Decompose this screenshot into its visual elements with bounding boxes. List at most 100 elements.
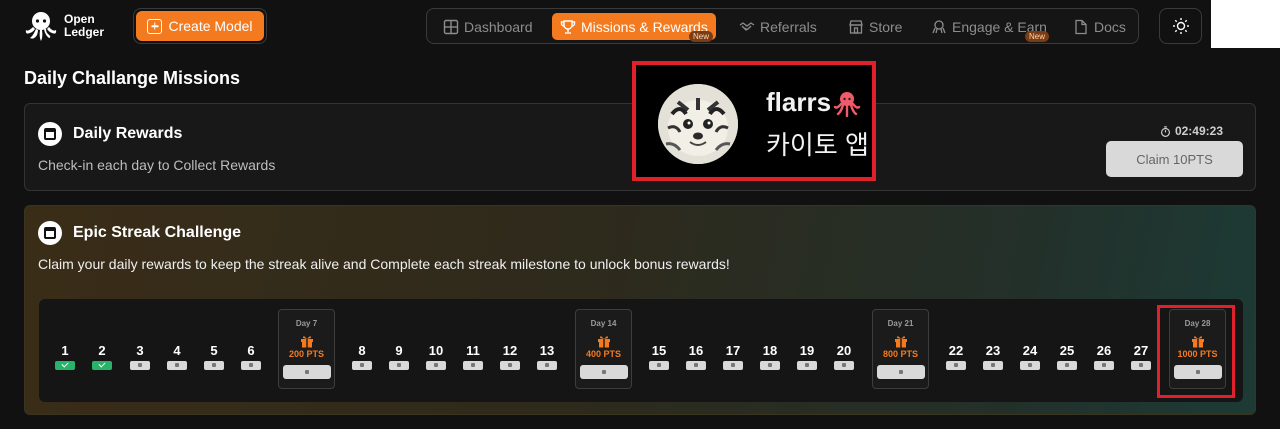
nav-referrals[interactable]: Referrals bbox=[731, 13, 825, 40]
gift-icon bbox=[300, 336, 313, 348]
lock-icon bbox=[1131, 361, 1151, 370]
lock-icon bbox=[723, 361, 743, 370]
new-badge: New bbox=[1025, 31, 1050, 42]
epic-streak-title: Epic Streak Challenge bbox=[73, 224, 242, 241]
day-number: 18 bbox=[762, 343, 778, 358]
lock-icon bbox=[1020, 361, 1040, 370]
lock-icon bbox=[686, 361, 706, 370]
day-number: 25 bbox=[1059, 343, 1075, 358]
epic-streak-card: Epic Streak Challenge Claim your daily r… bbox=[24, 205, 1256, 415]
day-number: 2 bbox=[98, 343, 106, 358]
lock-icon bbox=[282, 365, 331, 379]
streak-day: 8 bbox=[350, 343, 374, 370]
nav-dashboard-label: Dashboard bbox=[464, 18, 533, 35]
claim-daily-button[interactable]: Claim 10PTS bbox=[1106, 141, 1243, 177]
day-number: 16 bbox=[688, 343, 704, 358]
streak-day: 24 bbox=[1018, 343, 1042, 370]
octopus-logo-icon bbox=[25, 12, 57, 41]
streak-day: 4 bbox=[165, 343, 189, 370]
streak-day: 6 bbox=[239, 343, 263, 370]
day-number: 22 bbox=[948, 343, 964, 358]
streak-day: 15 bbox=[647, 343, 671, 370]
milestone-day-14[interactable]: Day 14 400 PTS bbox=[575, 309, 632, 389]
grid-icon bbox=[443, 19, 459, 34]
lock-icon bbox=[537, 361, 557, 370]
day-number: 12 bbox=[502, 343, 518, 358]
day-number: 27 bbox=[1133, 343, 1149, 358]
countdown-timer: 02:49:23 bbox=[1160, 124, 1223, 138]
day-number: 26 bbox=[1096, 343, 1112, 358]
nav-store-label: Store bbox=[869, 18, 903, 35]
streak-day: 9 bbox=[387, 343, 411, 370]
streak-day: 17 bbox=[721, 343, 745, 370]
lock-icon bbox=[463, 361, 483, 370]
octopus-icon bbox=[833, 91, 861, 117]
lock-icon bbox=[946, 361, 966, 370]
calendar-icon bbox=[38, 122, 62, 146]
streak-day: 19 bbox=[795, 343, 819, 370]
lock-icon bbox=[389, 361, 409, 370]
sun-icon bbox=[1172, 18, 1189, 34]
streak-day: 27 bbox=[1129, 343, 1153, 370]
top-bar: Open Ledger Create Model Dashboard Missi… bbox=[0, 0, 1280, 52]
lock-icon bbox=[760, 361, 780, 370]
lock-icon bbox=[876, 365, 925, 379]
streak-day: 12 bbox=[498, 343, 522, 370]
milestone-day-21[interactable]: Day 21 800 PTS bbox=[872, 309, 929, 389]
streak-day: 20 bbox=[832, 343, 856, 370]
lock-icon bbox=[426, 361, 446, 370]
day-number: 15 bbox=[651, 343, 667, 358]
day-number: 10 bbox=[428, 343, 444, 358]
tiger-avatar bbox=[658, 84, 738, 164]
streak-day: 22 bbox=[944, 343, 968, 370]
streak-day: 1 bbox=[53, 343, 77, 370]
page-title: Daily Challange Missions bbox=[24, 68, 241, 88]
streak-day: 23 bbox=[981, 343, 1005, 370]
day-number: 8 bbox=[358, 343, 366, 358]
milestone-points: 800 PTS bbox=[882, 349, 919, 359]
create-model-button[interactable]: Create Model bbox=[133, 8, 267, 44]
lock-icon bbox=[167, 361, 187, 370]
lock-icon bbox=[983, 361, 1003, 370]
lock-icon bbox=[204, 361, 224, 370]
daily-rewards-subtitle: Check-in each day to Collect Rewards bbox=[38, 157, 276, 173]
day-number: 9 bbox=[395, 343, 403, 358]
streak-day: 11 bbox=[461, 343, 485, 370]
engage-icon bbox=[932, 19, 946, 33]
lock-icon bbox=[1057, 361, 1077, 370]
lock-icon bbox=[834, 361, 854, 370]
epic-streak-header: Epic Streak Challenge bbox=[38, 221, 241, 245]
overlay-name: flarrs bbox=[766, 87, 861, 118]
milestone-points: 400 PTS bbox=[585, 349, 622, 359]
milestone-day-7[interactable]: Day 7 200 PTS bbox=[278, 309, 335, 389]
lock-icon bbox=[797, 361, 817, 370]
lock-icon bbox=[241, 361, 261, 370]
daily-rewards-title: Daily Rewards bbox=[73, 125, 183, 142]
day-number: 17 bbox=[725, 343, 741, 358]
openledger-logo[interactable]: Open Ledger bbox=[24, 10, 104, 42]
streak-day: 2 bbox=[90, 343, 114, 370]
timer-value: 02:49:23 bbox=[1174, 124, 1223, 138]
day-number: 6 bbox=[247, 343, 255, 358]
nav-docs-label: Docs bbox=[1094, 18, 1126, 35]
day-number: 23 bbox=[985, 343, 1001, 358]
day-number: 24 bbox=[1022, 343, 1038, 358]
overlay-name-text: flarrs bbox=[766, 87, 832, 117]
streak-day: 16 bbox=[684, 343, 708, 370]
calendar-icon bbox=[38, 221, 62, 245]
doc-icon bbox=[1075, 19, 1087, 34]
nav-dashboard[interactable]: Dashboard bbox=[435, 13, 541, 40]
day-number: 19 bbox=[799, 343, 815, 358]
streak-day: 25 bbox=[1055, 343, 1079, 370]
highlight-box bbox=[1157, 305, 1235, 398]
milestone-day-label: Day 14 bbox=[590, 319, 617, 328]
milestone-day-label: Day 21 bbox=[887, 319, 914, 328]
nav-store[interactable]: Store bbox=[840, 13, 910, 40]
theme-toggle-button[interactable] bbox=[1159, 8, 1202, 44]
day-number: 13 bbox=[539, 343, 555, 358]
streak-day: 3 bbox=[128, 343, 152, 370]
lock-icon bbox=[500, 361, 520, 370]
daily-rewards-header: Daily Rewards bbox=[38, 122, 182, 146]
blank-corner bbox=[1211, 0, 1280, 48]
nav-docs[interactable]: Docs bbox=[1065, 13, 1134, 40]
